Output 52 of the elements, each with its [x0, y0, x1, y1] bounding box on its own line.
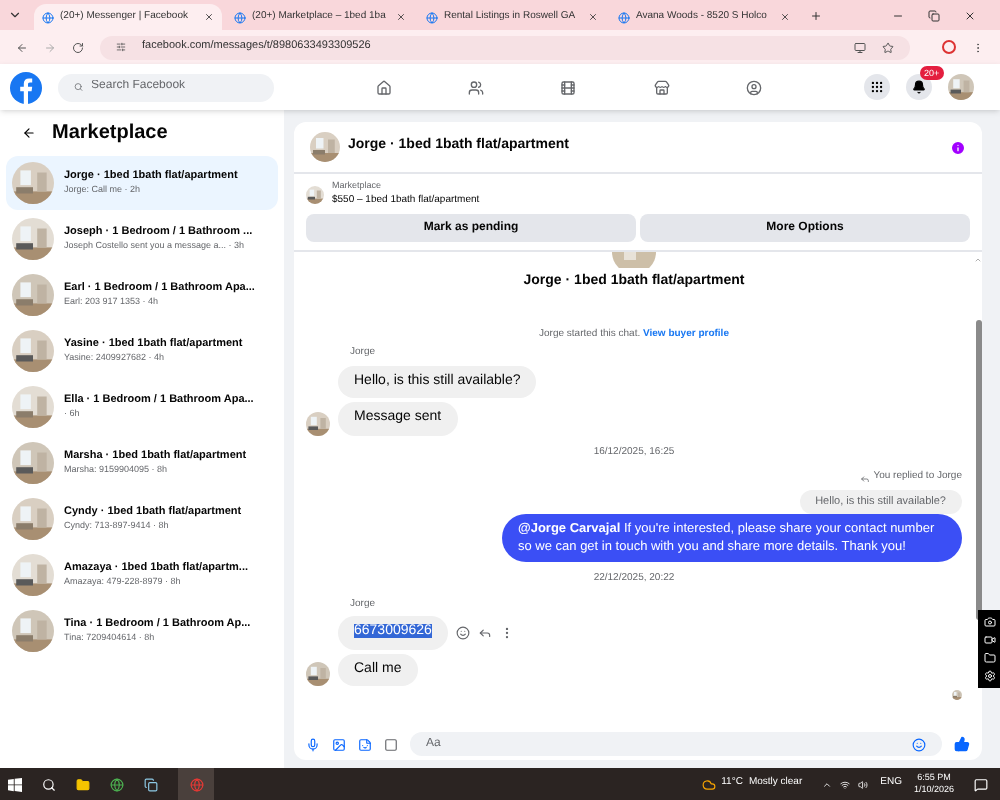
- settings-icon[interactable]: [983, 670, 995, 682]
- reply-icon: [859, 473, 870, 483]
- groups-icon[interactable]: [745, 79, 762, 95]
- cast-icon[interactable]: [854, 41, 866, 53]
- site-settings-icon[interactable]: [116, 42, 126, 52]
- mic-icon[interactable]: [306, 737, 320, 751]
- sticker-icon[interactable]: [358, 737, 372, 751]
- back-icon[interactable]: [22, 126, 36, 140]
- volume-icon[interactable]: [858, 779, 869, 789]
- tab-list-icon[interactable]: [8, 8, 22, 22]
- search-icon[interactable]: [42, 777, 56, 791]
- logo-icon[interactable]: [10, 71, 42, 103]
- notifications-button[interactable]: [906, 74, 932, 100]
- network-icon[interactable]: [840, 779, 851, 789]
- minimize-icon[interactable]: [892, 10, 904, 22]
- search-icon: [74, 82, 84, 92]
- home-icon[interactable]: [376, 79, 393, 95]
- new-tab-icon[interactable]: [810, 10, 822, 22]
- grid-icon: [870, 80, 884, 94]
- store-icon[interactable]: [653, 79, 670, 95]
- video-icon[interactable]: [560, 79, 577, 95]
- reply-icon[interactable]: [477, 625, 492, 640]
- info-icon[interactable]: [950, 139, 966, 155]
- file-explorer-icon[interactable]: [76, 777, 90, 791]
- notifications-icon[interactable]: [974, 777, 988, 791]
- bookmark-icon[interactable]: [882, 41, 894, 53]
- close-icon[interactable]: [964, 10, 976, 22]
- bell-icon: [912, 80, 926, 94]
- browser-icon: [189, 777, 203, 791]
- menu-button[interactable]: [864, 74, 890, 100]
- image-icon[interactable]: [332, 737, 346, 751]
- sidebar-title: Marketplace: [52, 120, 168, 148]
- restore-icon[interactable]: [928, 10, 940, 22]
- reload-icon[interactable]: [72, 41, 84, 53]
- tray-icon[interactable]: [822, 779, 833, 789]
- site-icon: [426, 11, 438, 23]
- profile-icon[interactable]: [942, 40, 956, 54]
- friends-icon[interactable]: [468, 79, 485, 95]
- site-icon: [234, 11, 246, 23]
- site-icon: [42, 11, 54, 23]
- video-camera-icon[interactable]: [983, 634, 995, 646]
- emoji-icon[interactable]: [912, 737, 926, 751]
- camera-icon[interactable]: [983, 616, 995, 628]
- emoji-icon[interactable]: [455, 625, 470, 640]
- scrollbar-thumb[interactable]: [975, 320, 981, 621]
- weather-icon: [701, 777, 716, 791]
- browser-icon[interactable]: [110, 777, 124, 791]
- folder-icon[interactable]: [983, 652, 995, 664]
- site-icon: [618, 11, 630, 23]
- app-icon[interactable]: [144, 777, 158, 791]
- like-icon[interactable]: [954, 736, 970, 752]
- windows-icon[interactable]: [8, 777, 22, 791]
